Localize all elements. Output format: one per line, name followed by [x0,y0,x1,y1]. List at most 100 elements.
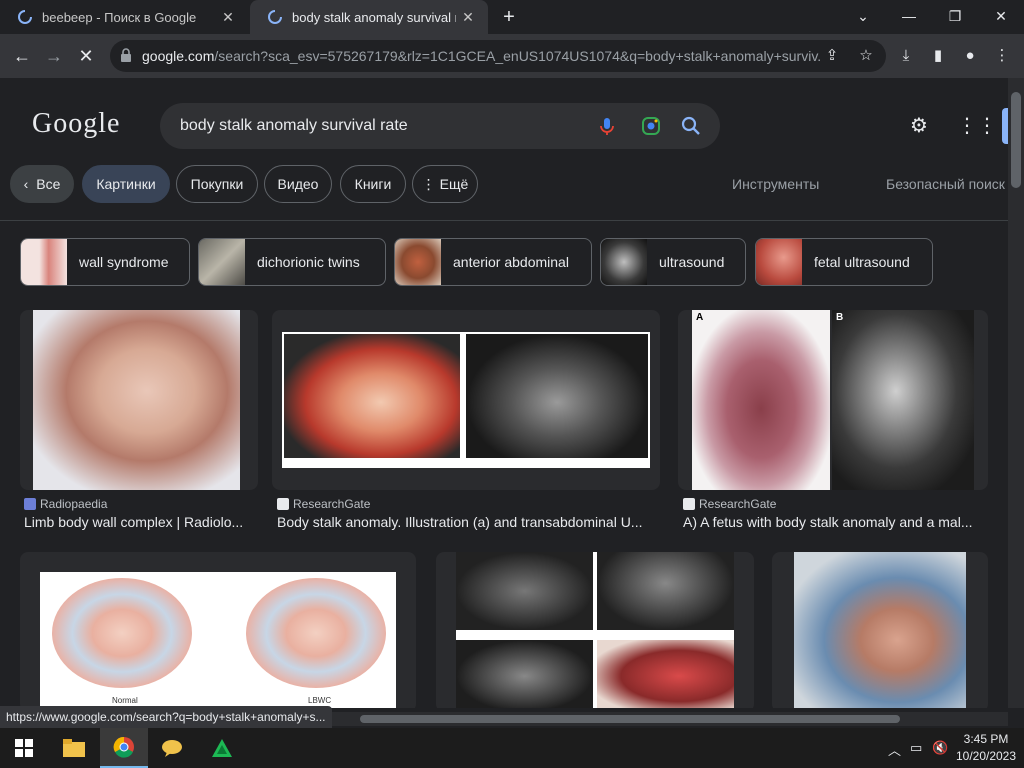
show-hidden-icons-icon[interactable]: ︿ [888,740,901,759]
image-result[interactable]: A B [678,310,988,490]
result-image [456,552,734,708]
related-label: dichorionic twins [257,254,360,270]
search-input[interactable]: body stalk anomaly survival rate [180,117,408,135]
filter-shopping[interactable]: Покупки [176,165,258,203]
chrome-icon[interactable] [100,728,148,768]
related-thumbnail [395,239,441,285]
related-chip-ultrasound[interactable]: ultrasound [600,238,746,286]
restore-icon[interactable]: ❐ [932,0,978,34]
windows-start-icon[interactable] [0,728,48,768]
result-title[interactable]: Limb body wall complex | Radiolo... [24,514,250,530]
status-url: https://www.google.com/search?q=body+sta… [0,706,332,728]
safe-search-button[interactable]: Безопасный поиск [886,176,1005,192]
related-label: anterior abdominal [453,254,569,270]
address-bar[interactable]: google.com/search?sca_esv=575267179&rlz=… [110,40,886,72]
chevron-left-icon: ‹ [23,176,29,192]
result-source[interactable]: Radiopaedia [24,497,107,511]
menu-icon[interactable]: ⋮ [992,46,1012,66]
image-result[interactable] [272,310,660,490]
related-label: wall syndrome [79,254,169,270]
related-thumbnail [601,239,647,285]
related-chip-wall-syndrome[interactable]: wall syndrome [20,238,190,286]
back-icon[interactable]: ← [8,42,36,70]
back-to-all-button[interactable]: ‹ Все [10,165,74,203]
result-image: Normal LBWC [40,572,396,708]
tab-search-icon[interactable]: ⌄ [840,0,886,34]
related-label: ultrasound [659,254,725,270]
taskbar: ︿ ▭ 🔇 3:45 PM 10/20/2023 [0,728,1024,768]
tab-body-stalk[interactable]: body stalk anomaly survival rate ✕ [250,0,488,34]
related-thumbnail [21,239,67,285]
settings-gear-icon[interactable]: ⚙ [907,114,931,138]
image-result[interactable] [436,552,754,708]
tab-strip: beebeep - Поиск в Google ✕ body stalk an… [0,0,1024,34]
clock-time: 3:45 PM [963,732,1009,746]
minimize-icon[interactable]: — [886,0,932,34]
close-tab-icon[interactable]: ✕ [456,9,480,26]
divider [0,220,1008,221]
image-result[interactable]: Normal LBWC [20,552,416,708]
loading-spinner-icon [18,10,32,24]
lens-icon[interactable] [640,115,662,137]
image-result[interactable] [772,552,988,708]
search-page: Google body stalk anomaly survival rate … [0,78,1008,708]
related-thumbnail [199,239,245,285]
file-explorer-icon[interactable] [50,728,98,768]
clock-date: 10/20/2023 [955,749,1017,763]
chat-bubble-icon[interactable] [148,728,196,768]
result-title[interactable]: A) A fetus with body stalk anomaly and a… [683,514,988,530]
filter-images[interactable]: Картинки [82,165,170,203]
related-chip-fetal-ultrasound[interactable]: fetal ultrasound [755,238,933,286]
tab-beebeep[interactable]: beebeep - Поиск в Google ✕ [0,0,248,34]
result-image [794,552,966,708]
result-title[interactable]: Body stalk anomaly. Illustration (a) and… [277,514,657,530]
bookmark-star-icon[interactable]: ☆ [856,46,876,66]
search-box[interactable]: body stalk anomaly survival rate [160,103,720,149]
side-panel-icon[interactable]: ▮ [928,46,948,66]
chip-label: Ещё [439,176,469,192]
chip-label: Все [36,176,61,192]
scrollbar-thumb[interactable] [1011,92,1021,188]
tab-title: beebeep - Поиск в Google [42,9,197,25]
download-icon[interactable]: ⤓ [896,46,916,66]
lock-icon [121,48,131,62]
google-logo[interactable]: Google [32,108,120,140]
result-source[interactable]: ResearchGate [277,497,370,511]
more-vert-icon: ⋮ [421,175,436,192]
forward-icon[interactable]: → [40,42,68,70]
new-tab-icon[interactable]: + [496,6,522,28]
close-window-icon[interactable]: ✕ [978,0,1024,34]
search-icon[interactable] [680,115,702,137]
related-thumbnail [756,239,802,285]
volume-muted-icon[interactable]: 🔇 [932,740,948,756]
loading-spinner-icon [268,10,282,24]
share-icon[interactable]: ⇪ [822,46,842,66]
filter-books[interactable]: Книги [340,165,406,203]
profile-icon[interactable]: ● [960,46,980,66]
green-triangle-app-icon[interactable] [198,728,246,768]
microphone-icon[interactable] [596,115,618,137]
tab-title: body stalk anomaly survival rate [292,9,456,25]
image-result[interactable] [20,310,258,490]
clock[interactable]: 3:45 PM 10/20/2023 [950,731,1022,765]
result-image [282,332,650,468]
close-tab-icon[interactable]: ✕ [216,9,240,26]
horizontal-scrollbar-thumb[interactable] [360,715,900,723]
url-text: google.com/search?sca_esv=575267179&rlz=… [142,48,822,64]
tools-button[interactable]: Инструменты [732,176,819,192]
filter-video[interactable]: Видео [264,165,332,203]
related-chip-anterior-abdominal[interactable]: anterior abdominal [394,238,592,286]
filter-more[interactable]: ⋮ Ещё [412,165,478,203]
result-source[interactable]: ResearchGate [683,497,776,511]
network-icon[interactable]: ▭ [910,740,922,756]
toolbar: ← → ✕ google.com/search?sca_esv=57526717… [0,34,1024,78]
researchgate-icon [277,498,289,510]
result-image-a: A [692,310,830,490]
radiopaedia-icon [24,498,36,510]
apps-grid-icon[interactable]: ⋮⋮ [957,114,997,138]
result-image [33,310,240,490]
result-image-b: B [832,310,974,490]
stop-loading-icon[interactable]: ✕ [72,42,100,70]
researchgate-icon [683,498,695,510]
related-chip-dichorionic-twins[interactable]: dichorionic twins [198,238,386,286]
